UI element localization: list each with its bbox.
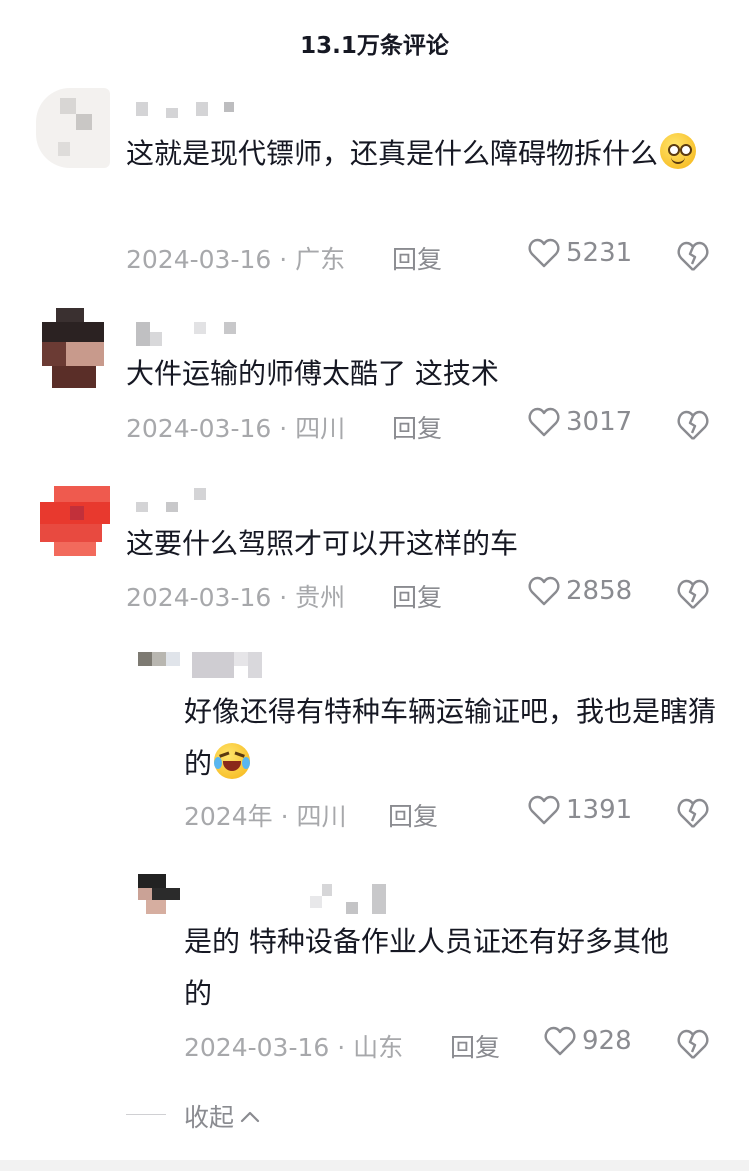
broken-heart-icon xyxy=(677,241,709,271)
like-button[interactable]: 2858 xyxy=(528,576,632,606)
dislike-button[interactable] xyxy=(676,797,710,833)
broken-heart-icon xyxy=(677,798,709,828)
reply-button[interactable]: 回复 xyxy=(392,240,442,276)
heart-icon xyxy=(544,1026,576,1056)
comment-text: 这要什么驾照才可以开这样的车 xyxy=(126,527,519,560)
like-count: 2858 xyxy=(566,576,633,606)
username-masked[interactable] xyxy=(136,322,246,346)
dislike-button[interactable] xyxy=(676,1028,710,1064)
like-count: 1391 xyxy=(566,795,633,825)
avatar[interactable] xyxy=(138,874,180,916)
like-count: 928 xyxy=(582,1026,632,1056)
like-button[interactable]: 3017 xyxy=(528,407,632,437)
rolling-laughing-emoji-icon xyxy=(214,743,251,779)
avatar[interactable] xyxy=(138,652,180,666)
like-count: 3017 xyxy=(566,407,633,437)
username-masked[interactable] xyxy=(136,488,246,512)
comment-date-location: 2024年 · 四川 xyxy=(184,802,347,831)
smiling-face-emoji-icon xyxy=(660,133,697,169)
comment-date-location: 2024-03-16 · 贵州 xyxy=(126,583,346,612)
collapse-label: 收起 xyxy=(184,1103,235,1132)
divider-line xyxy=(126,1114,166,1115)
heart-icon xyxy=(528,238,560,268)
username-masked[interactable] xyxy=(192,652,264,678)
comment-text-content: 这就是现代镖师，还真是什么障碍物拆什么 xyxy=(126,137,659,170)
heart-icon xyxy=(528,795,560,825)
avatar[interactable] xyxy=(36,88,110,168)
comment-text: 好像还得有特种车辆运输证吧，我也是瞎猜的 xyxy=(184,686,724,790)
dislike-button[interactable] xyxy=(676,409,710,445)
like-button[interactable]: 1391 xyxy=(528,795,632,825)
reply-button[interactable]: 回复 xyxy=(392,578,442,614)
reply-button[interactable]: 回复 xyxy=(450,1028,500,1064)
avatar[interactable] xyxy=(42,308,104,390)
comment-date-location: 2024-03-16 · 广东 xyxy=(126,245,346,274)
comment-date-location: 2024-03-16 · 山东 xyxy=(184,1033,404,1062)
heart-icon xyxy=(528,407,560,437)
username-masked[interactable] xyxy=(136,102,246,118)
collapse-replies-button[interactable]: 收起 xyxy=(184,1098,260,1134)
avatar[interactable] xyxy=(40,486,110,556)
comment-text-content: 好像还得有特种车辆运输证吧，我也是瞎猜的 xyxy=(184,695,717,780)
comments-count-title: 13.1万条评论 xyxy=(300,33,449,59)
username-masked[interactable] xyxy=(310,884,390,914)
reply-button[interactable]: 回复 xyxy=(392,409,442,445)
like-button[interactable]: 5231 xyxy=(528,238,632,268)
chevron-up-icon xyxy=(240,1111,260,1123)
comment-text: 大件运输的师傅太酷了 这技术 xyxy=(126,357,499,390)
comment-text: 这就是现代镖师，还真是什么障碍物拆什么 xyxy=(126,128,697,180)
dislike-button[interactable] xyxy=(676,240,710,276)
comment-date-location: 2024-03-16 · 四川 xyxy=(126,414,346,443)
broken-heart-icon xyxy=(677,579,709,609)
bottom-edge xyxy=(0,1160,749,1171)
dislike-button[interactable] xyxy=(676,578,710,614)
heart-icon xyxy=(528,576,560,606)
broken-heart-icon xyxy=(677,410,709,440)
like-button[interactable]: 928 xyxy=(544,1026,632,1056)
broken-heart-icon xyxy=(677,1029,709,1059)
comment-text: 是的 特种设备作业人员证还有好多其他的 xyxy=(184,925,669,1010)
like-count: 5231 xyxy=(566,238,633,268)
reply-button[interactable]: 回复 xyxy=(388,797,438,833)
